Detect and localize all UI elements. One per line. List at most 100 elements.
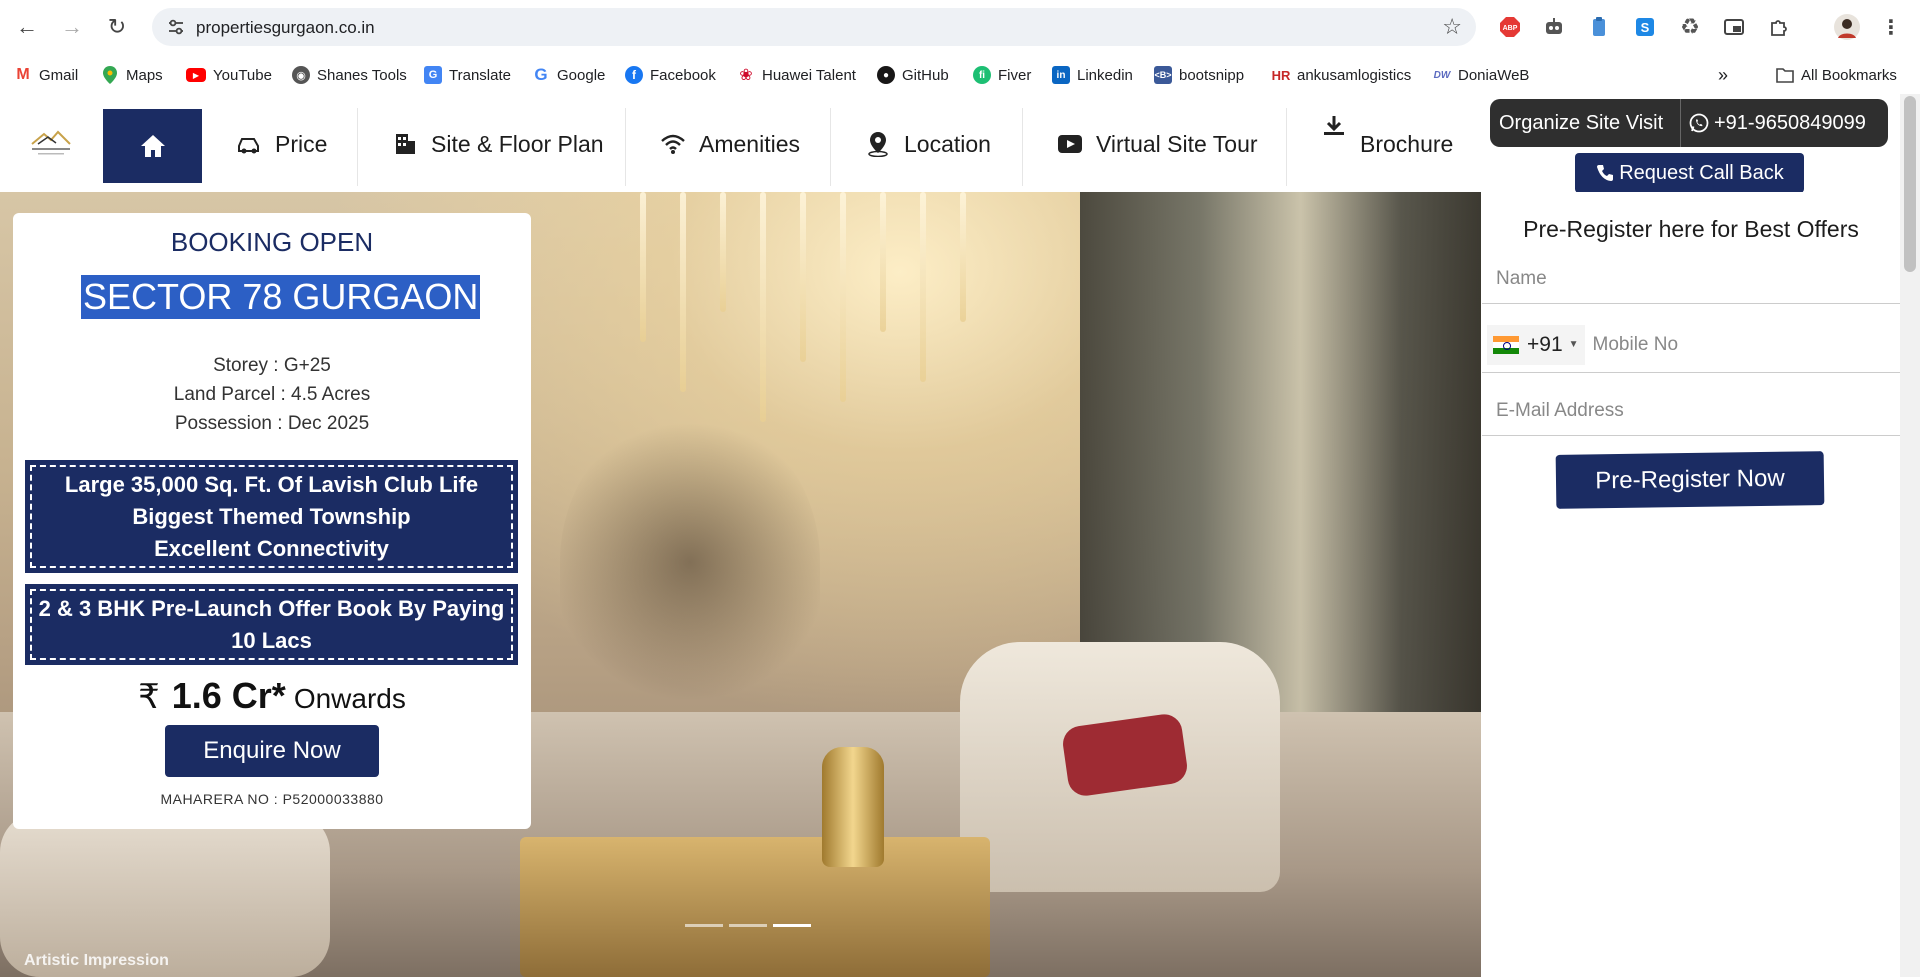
bookmark-fiver[interactable]: fi Fiver [973,64,1031,86]
profile-avatar[interactable] [1834,14,1860,40]
bookmarks-bar: M Gmail Maps ▶ YouTube ◉ Shanes Tools G Tran… [0,54,1920,94]
enquire-now-button[interactable]: Enquire Now [165,725,379,777]
bookmark-shanes-tools[interactable]: ◉ Shanes Tools [292,64,407,86]
storey-spec: Storey : G+25 [213,355,331,376]
email-input[interactable] [1482,386,1900,435]
bookmark-doniaweb[interactable]: DW DoniaWeB [1433,64,1530,86]
whatsapp-phone-link[interactable]: +91-9650849099 [1681,112,1866,135]
bookmark-maps[interactable]: Maps [101,64,163,86]
doniaweb-icon: DW [1433,69,1451,81]
mobile-input[interactable] [1584,317,1900,372]
email-field-wrap [1482,386,1900,436]
map-pin-icon [864,130,892,158]
browser-menu-icon[interactable]: ⋮ [1878,14,1904,40]
bookmark-gmail[interactable]: M Gmail [14,64,78,86]
bookmark-linkedin[interactable]: in Linkedin [1052,64,1133,86]
possession-spec: Possession : Dec 2025 [174,413,370,434]
nav-price[interactable]: Price [235,106,327,182]
hero-gold-vase [822,747,884,867]
bookmark-label: YouTube [213,66,272,84]
pre-register-now-button[interactable]: Pre-Register Now [1555,451,1825,509]
nav-home[interactable] [103,109,202,183]
page-scrollbar[interactable] [1900,94,1920,977]
country-code-value: +91 [1527,332,1563,356]
nav-divider [1022,108,1023,186]
back-icon[interactable]: ← [12,12,42,42]
nav-site-floor-plan[interactable]: Site & Floor Plan [391,106,604,182]
project-info-card: BOOKING OPEN SECTOR 78 GURGAON Storey : … [13,213,531,829]
recycle-extension-icon[interactable]: ♻ [1677,14,1703,40]
site-info-icon[interactable] [166,17,186,37]
browser-toolbar: ← → ↻ propertiesgurgaon.co.in ☆ ABP S ♻ … [0,0,1920,54]
bookmark-translate[interactable]: G Translate [424,64,511,86]
nav-virtual-site-tour[interactable]: Virtual Site Tour [1056,106,1258,182]
bookmark-label: DoniaWeB [1458,66,1530,84]
dropdown-caret-icon: ▼ [1568,339,1579,350]
name-field-wrap [1482,254,1900,304]
name-input[interactable] [1482,254,1900,303]
rupee-icon: ₹ [138,678,160,716]
adblock-icon[interactable]: ABP [1497,14,1523,40]
site-logo[interactable] [26,124,76,160]
bookmark-label: Huawei Talent [762,66,856,84]
bookmark-google[interactable]: G Google [532,64,605,86]
chandelier [640,192,646,342]
s-extension-icon[interactable]: S [1632,14,1658,40]
clipboard-extension-icon[interactable] [1586,14,1612,40]
bookmark-huawei-talent[interactable]: ❀ Huawei Talent [737,64,856,86]
translate-icon: G [424,66,442,84]
extensions-puzzle-icon[interactable] [1766,14,1792,40]
all-bookmarks-button[interactable]: All Bookmarks [1776,64,1897,86]
download-icon [1320,112,1348,140]
contact-bar: Organize Site Visit +91-9650849099 [1490,99,1888,147]
bookmark-label: bootsnipp [1179,66,1245,84]
request-call-back-button[interactable]: Request Call Back [1575,153,1804,193]
slider-dot-active[interactable] [773,924,811,927]
chandelier [760,192,766,422]
slider-dot[interactable] [729,924,767,927]
scrollbar-thumb[interactable] [1904,96,1916,272]
offer-line: 10 Lacs [231,627,312,653]
bookmark-youtube[interactable]: ▶ YouTube [186,64,272,86]
bookmark-label: Shanes Tools [317,66,407,84]
country-code-select[interactable]: +91 ▼ [1487,324,1585,365]
google-icon: G [534,65,548,84]
forward-icon[interactable]: → [57,12,87,42]
request-call-back-label: Request Call Back [1619,161,1784,184]
nav-label: Virtual Site Tour [1096,130,1258,157]
bookmark-bootsnipp[interactable]: <B> bootsnipp [1154,64,1244,86]
features-box: Large 35,000 Sq. Ft. Of Lavish Club Life… [25,460,518,573]
bookmark-github[interactable]: ● GitHub [877,64,949,86]
chandelier [680,192,686,392]
nav-label: Location [904,130,991,157]
nav-brochure[interactable]: Brochure [1320,106,1453,182]
gmail-icon: M [16,66,30,83]
nav-divider [1286,108,1287,186]
feature-item: Large 35,000 Sq. Ft. Of Lavish Club Life [64,471,479,497]
github-icon: ● [877,66,895,84]
bookmark-label: Maps [126,66,163,84]
maps-icon [101,66,119,84]
hero-tree [560,412,820,712]
mobile-field-wrap: +91 ▼ [1482,317,1900,373]
offer-box: 2 & 3 BHK Pre-Launch Offer Book By Payin… [25,584,518,665]
address-bar[interactable]: propertiesgurgaon.co.in ☆ [152,8,1476,46]
more-bookmarks-chevron-icon[interactable]: » [1718,64,1728,86]
nav-divider [357,108,358,186]
robot-extension-icon[interactable] [1541,14,1567,40]
bookmark-facebook[interactable]: f Facebook [625,64,716,86]
bookmark-label: Linkedin [1077,66,1133,84]
nav-location[interactable]: Location [864,106,991,182]
reload-icon[interactable]: ↻ [102,12,132,42]
bookmark-ankusamlogistics[interactable]: HR ankusamlogistics [1272,64,1412,86]
slider-dot[interactable] [685,924,723,927]
svg-text:ABP: ABP [1503,25,1518,32]
bookmark-label: GitHub [902,66,949,84]
organize-site-visit-button[interactable]: Organize Site Visit [1490,99,1681,147]
price-onwards: Onwards [293,683,406,714]
bookmark-star-icon[interactable]: ☆ [1442,14,1462,40]
chandelier [880,192,886,332]
facebook-icon: f [625,66,643,84]
nav-amenities[interactable]: Amenities [659,106,800,182]
picture-in-picture-icon[interactable] [1721,14,1747,40]
